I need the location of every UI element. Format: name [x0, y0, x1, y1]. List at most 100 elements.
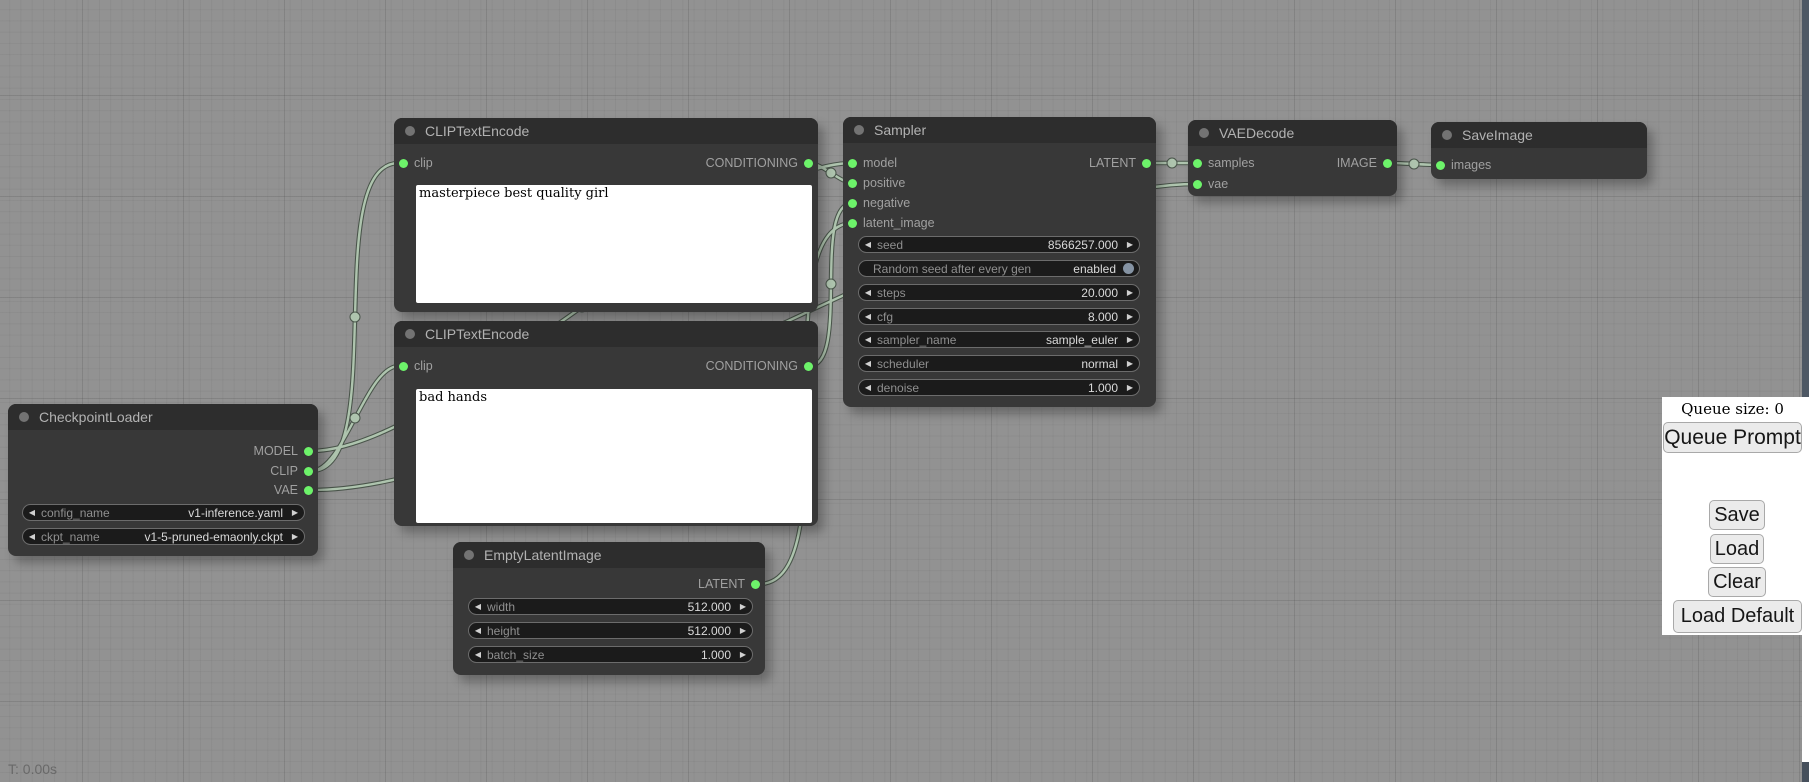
node-vae-decode[interactable]: VAEDecode samples vae IMAGE: [1188, 120, 1397, 196]
collapse-dot-icon[interactable]: [464, 550, 474, 560]
widget-steps[interactable]: steps 20.000: [858, 284, 1140, 301]
widget-ckpt-name[interactable]: ckpt_name v1-5-pruned-emaonly.ckpt: [22, 528, 305, 545]
node-title: CheckpointLoader: [8, 404, 318, 430]
widget-scheduler[interactable]: scheduler normal: [858, 355, 1140, 372]
widget-decrement-icon[interactable]: [23, 505, 41, 520]
widget-decrement-icon[interactable]: [859, 332, 877, 347]
output-port-icon[interactable]: [304, 447, 313, 456]
prompt-textarea[interactable]: bad hands: [416, 389, 812, 523]
widget-increment-icon[interactable]: [734, 647, 752, 662]
output-port-icon[interactable]: [304, 467, 313, 476]
output-port-icon[interactable]: [804, 159, 813, 168]
widget-decrement-icon[interactable]: [469, 599, 487, 614]
input-port-icon[interactable]: [848, 199, 857, 208]
clear-button[interactable]: Clear: [1708, 567, 1766, 597]
collapse-dot-icon[interactable]: [19, 412, 29, 422]
node-save-image[interactable]: SaveImage images: [1431, 122, 1647, 179]
node-title-bar[interactable]: CLIPTextEncode: [394, 321, 818, 347]
input-port-icon[interactable]: [848, 219, 857, 228]
graph-canvas[interactable]: { "graph": { "render_time": "T: 0.00s" }…: [0, 0, 1809, 782]
widget-label: scheduler: [877, 357, 1081, 371]
widget-config-name[interactable]: config_name v1-inference.yaml: [22, 504, 305, 521]
widget-increment-icon[interactable]: [1121, 356, 1139, 371]
widget-label: sampler_name: [877, 333, 1046, 347]
input-slot-samples: samples: [1188, 154, 1288, 172]
scrollbar-track[interactable]: [1802, 397, 1809, 762]
node-title-bar[interactable]: CheckpointLoader: [8, 404, 318, 430]
widget-increment-icon[interactable]: [1121, 285, 1139, 300]
widget-decrement-icon[interactable]: [859, 356, 877, 371]
widget-label: width: [487, 600, 688, 614]
widget-increment-icon[interactable]: [1121, 309, 1139, 324]
load-button[interactable]: Load: [1710, 534, 1764, 564]
input-port-icon[interactable]: [399, 362, 408, 371]
widget-value: normal: [1081, 357, 1118, 371]
widget-decrement-icon[interactable]: [23, 529, 41, 544]
output-slot-latent: LATENT: [1036, 154, 1156, 172]
load-default-button[interactable]: Load Default: [1673, 600, 1802, 633]
widget-increment-icon[interactable]: [734, 599, 752, 614]
input-port-icon[interactable]: [848, 179, 857, 188]
node-empty-latent-image[interactable]: EmptyLatentImage LATENT width 512.000 he…: [453, 542, 765, 675]
widget-increment-icon[interactable]: [286, 529, 304, 544]
widget-width[interactable]: width 512.000: [468, 598, 753, 615]
queue-size-label: Queue size: 0: [1662, 400, 1803, 418]
node-title-bar[interactable]: VAEDecode: [1188, 120, 1397, 146]
scrollbar-thumb[interactable]: [1802, 0, 1809, 397]
node-checkpoint-loader[interactable]: CheckpointLoader MODEL CLIP VAE config_n…: [8, 404, 318, 556]
output-label: CONDITIONING: [706, 156, 818, 170]
input-port-icon[interactable]: [1193, 180, 1202, 189]
widget-random-seed-toggle[interactable]: Random seed after every gen enabled: [858, 260, 1140, 277]
collapse-dot-icon[interactable]: [1199, 128, 1209, 138]
collapse-dot-icon[interactable]: [1442, 130, 1452, 140]
link-midpoint-dot: [826, 279, 836, 289]
save-button[interactable]: Save: [1709, 500, 1765, 530]
widget-batch-size[interactable]: batch_size 1.000: [468, 646, 753, 663]
widget-decrement-icon[interactable]: [859, 309, 877, 324]
link-midpoint-dot: [1409, 159, 1419, 169]
widget-decrement-icon[interactable]: [859, 285, 877, 300]
input-port-icon[interactable]: [1436, 161, 1445, 170]
output-slot-latent: LATENT: [645, 575, 765, 593]
widget-denoise[interactable]: denoise 1.000: [858, 379, 1140, 396]
widget-value: 20.000: [1081, 286, 1118, 300]
input-slot-vae: vae: [1188, 175, 1288, 193]
widget-increment-icon[interactable]: [1121, 237, 1139, 252]
node-title-bar[interactable]: SaveImage: [1431, 122, 1647, 148]
output-port-icon[interactable]: [751, 580, 760, 589]
widget-increment-icon[interactable]: [1121, 332, 1139, 347]
output-port-icon[interactable]: [1383, 159, 1392, 168]
collapse-dot-icon[interactable]: [405, 329, 415, 339]
widget-seed[interactable]: seed 8566257.000: [858, 236, 1140, 253]
widget-sampler-name[interactable]: sampler_name sample_euler: [858, 331, 1140, 348]
collapse-dot-icon[interactable]: [854, 125, 864, 135]
widget-label: batch_size: [487, 648, 701, 662]
toggle-circle-icon[interactable]: [1123, 263, 1134, 274]
output-port-icon[interactable]: [304, 486, 313, 495]
node-clip-text-encode-positive[interactable]: CLIPTextEncode clip CONDITIONING masterp…: [394, 118, 818, 312]
widget-increment-icon[interactable]: [734, 623, 752, 638]
output-port-icon[interactable]: [1142, 159, 1151, 168]
input-port-icon[interactable]: [1193, 159, 1202, 168]
prompt-textarea[interactable]: masterpiece best quality girl: [416, 185, 812, 303]
widget-height[interactable]: height 512.000: [468, 622, 753, 639]
widget-label: steps: [877, 286, 1081, 300]
widget-increment-icon[interactable]: [286, 505, 304, 520]
widget-decrement-icon[interactable]: [859, 237, 877, 252]
input-port-icon[interactable]: [399, 159, 408, 168]
collapse-dot-icon[interactable]: [405, 126, 415, 136]
widget-value: 8566257.000: [1048, 238, 1118, 252]
widget-decrement-icon[interactable]: [859, 380, 877, 395]
queue-prompt-button[interactable]: Queue Prompt: [1663, 422, 1802, 453]
widget-decrement-icon[interactable]: [469, 647, 487, 662]
widget-increment-icon[interactable]: [1121, 380, 1139, 395]
node-title-bar[interactable]: EmptyLatentImage: [453, 542, 765, 568]
input-port-icon[interactable]: [848, 159, 857, 168]
output-port-icon[interactable]: [804, 362, 813, 371]
widget-decrement-icon[interactable]: [469, 623, 487, 638]
node-sampler[interactable]: Sampler model positive negative latent_i…: [843, 117, 1156, 407]
node-title-bar[interactable]: Sampler: [843, 117, 1156, 143]
widget-cfg[interactable]: cfg 8.000: [858, 308, 1140, 325]
node-title-bar[interactable]: CLIPTextEncode: [394, 118, 818, 144]
node-clip-text-encode-negative[interactable]: CLIPTextEncode clip CONDITIONING bad han…: [394, 321, 818, 526]
